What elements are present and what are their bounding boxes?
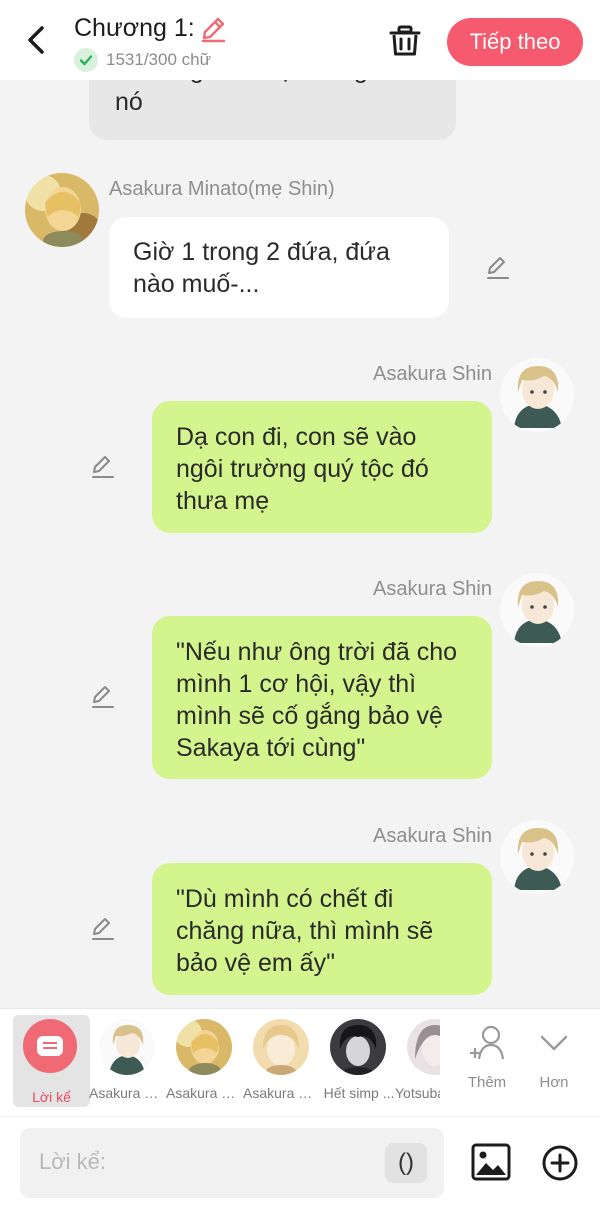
avatar-image xyxy=(500,358,574,432)
add-label: Thêm xyxy=(467,1074,507,1091)
more-label: Hơn xyxy=(539,1074,569,1091)
plus-circle-icon xyxy=(542,1145,578,1181)
add-person-icon xyxy=(470,1025,505,1060)
next-button[interactable]: Tiếp theo xyxy=(447,18,583,66)
speaker-name: Asakura Shin xyxy=(373,825,492,847)
word-count: 1531/300 chữ xyxy=(106,50,211,69)
pencil-icon xyxy=(92,456,114,478)
delete-button[interactable] xyxy=(388,24,422,58)
character-name: Asakura Shin xyxy=(89,1085,167,1101)
message-text: "Dù mình có chết đi chăng nữa, thì mình … xyxy=(176,885,434,977)
message-bubble[interactable]: "Dù mình có chết đi chăng nữa, thì mình … xyxy=(152,863,492,995)
word-count-row: 1531/300 chữ xyxy=(74,48,211,72)
narration-label: Lời kể xyxy=(32,1089,71,1105)
character-name: Hết simp ... xyxy=(323,1085,395,1101)
character-item[interactable]: Asakura Shin xyxy=(89,1019,167,1101)
pencil-icon xyxy=(487,257,509,279)
composer: Lời kể: () xyxy=(0,1116,600,1211)
message-bubble[interactable]: nhường suất học bổng cho nó xyxy=(89,80,456,140)
chapter-title-row: Chương 1: xyxy=(74,14,227,43)
speaker-name: Asakura Shin xyxy=(373,578,492,600)
edit-message-button[interactable] xyxy=(90,916,116,942)
avatar xyxy=(176,1019,232,1075)
edit-message-button[interactable] xyxy=(90,684,116,710)
back-button[interactable] xyxy=(22,22,52,58)
pencil-icon xyxy=(201,17,225,42)
character-item[interactable]: Yotsuba xyxy=(395,1019,440,1101)
input-placeholder: Lời kể: xyxy=(39,1149,107,1174)
narration-icon xyxy=(23,1019,77,1073)
character-item[interactable]: Asakura Minato xyxy=(166,1019,244,1101)
character-item[interactable]: Hết simp ... xyxy=(320,1019,396,1101)
avatar[interactable] xyxy=(500,820,574,894)
character-name: Yotsuba xyxy=(395,1085,440,1101)
avatar[interactable] xyxy=(25,173,99,247)
add-character-button[interactable]: Thêm xyxy=(457,1023,517,1091)
avatar[interactable] xyxy=(500,573,574,647)
narration-selector[interactable]: Lời kể xyxy=(13,1015,90,1107)
speaker-name: Asakura Minato(mẹ Shin) xyxy=(109,178,335,200)
edit-title-button[interactable] xyxy=(199,15,227,43)
chevron-down-icon xyxy=(540,1035,568,1051)
message-text: Dạ con đi, con sẽ vào ngôi trường quý tộ… xyxy=(176,423,429,515)
trash-icon xyxy=(389,25,421,56)
avatar-image xyxy=(500,820,574,894)
edit-message-button[interactable] xyxy=(90,454,116,480)
message-bubble[interactable]: "Nếu như ông trời đã cho mình 1 cơ hội, … xyxy=(152,616,492,779)
avatar[interactable] xyxy=(500,358,574,432)
message-text: "Nếu như ông trời đã cho mình 1 cơ hội, … xyxy=(176,638,458,762)
avatar-image xyxy=(500,573,574,647)
message-bubble[interactable]: Dạ con đi, con sẽ vào ngôi trường quý tộ… xyxy=(152,401,492,533)
check-icon xyxy=(74,48,98,72)
more-button[interactable]: Hơn xyxy=(524,1023,584,1091)
back-arrow-icon xyxy=(28,26,44,54)
insert-image-button[interactable] xyxy=(470,1141,512,1183)
character-item[interactable]: Asakura Sakaya xyxy=(243,1019,321,1101)
avatar xyxy=(99,1019,155,1075)
pencil-icon xyxy=(92,686,114,708)
narration-input[interactable]: Lời kể: () xyxy=(20,1128,444,1198)
message-text: Giờ 1 trong 2 đứa, đứa nào muố-... xyxy=(133,238,390,298)
avatar xyxy=(253,1019,309,1075)
image-icon xyxy=(471,1143,511,1181)
message-text: nhường suất học bổng cho nó xyxy=(115,80,415,116)
avatar-image xyxy=(25,173,99,247)
pencil-icon xyxy=(92,918,114,940)
chapter-title: Chương 1: xyxy=(74,14,195,42)
add-button[interactable] xyxy=(540,1143,580,1183)
avatar xyxy=(407,1019,440,1075)
character-name: Asakura Sakaya xyxy=(243,1085,321,1101)
chat-area[interactable]: nhường suất học bổng cho nó Asakura Mina… xyxy=(0,80,600,1008)
avatar xyxy=(330,1019,386,1075)
edit-message-button[interactable] xyxy=(485,255,511,281)
speaker-name: Asakura Shin xyxy=(373,363,492,385)
top-bar: Chương 1: 1531/300 chữ Tiếp theo xyxy=(0,0,600,80)
character-bar: Lời kể Asakura Shin Asakura Minato xyxy=(0,1008,600,1117)
parentheses-button[interactable]: () xyxy=(385,1143,427,1183)
message-bubble[interactable]: Giờ 1 trong 2 đứa, đứa nào muố-... xyxy=(109,217,449,318)
character-name: Asakura Minato xyxy=(166,1085,244,1101)
